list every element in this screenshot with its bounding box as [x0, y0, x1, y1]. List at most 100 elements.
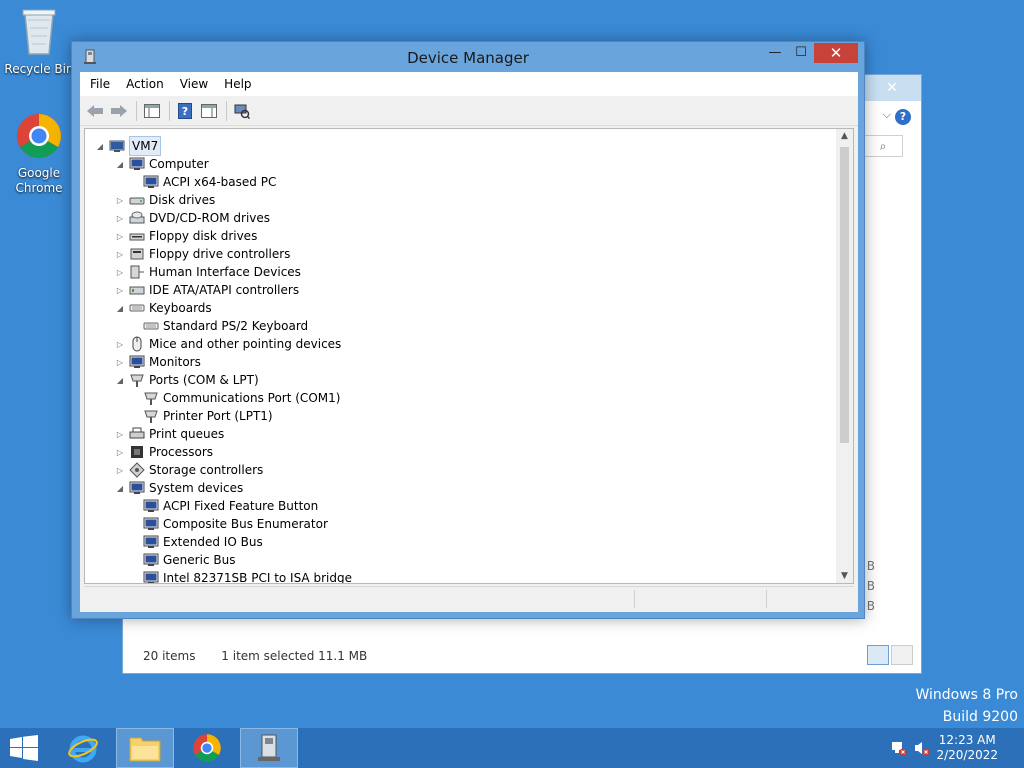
tree-item[interactable]: ◢ System devices — [115, 479, 243, 497]
tree-item[interactable]: ▷ Floppy disk drives — [115, 227, 257, 245]
collapsed-triangle-icon[interactable]: ▷ — [115, 340, 125, 349]
system-clock[interactable]: 12:23 AM 2/20/2022 — [936, 733, 998, 763]
collapsed-triangle-icon[interactable]: ▷ — [115, 430, 125, 439]
help-button[interactable]: ? — [174, 100, 196, 122]
status-separator — [766, 590, 767, 608]
minimize-button[interactable]: — — [762, 43, 788, 63]
expanded-triangle-icon[interactable]: ◢ — [115, 160, 125, 169]
tree-item[interactable]: ▷ IDE ATA/ATAPI controllers — [115, 281, 299, 299]
tree-item[interactable]: Standard PS/2 Keyboard — [143, 317, 308, 335]
tree-item-label: Storage controllers — [149, 463, 264, 477]
keyboard-icon — [143, 322, 159, 330]
expanded-triangle-icon[interactable]: ◢ — [115, 304, 125, 313]
show-hide-console-tree-button[interactable] — [141, 100, 163, 122]
tree-item[interactable]: ◢ Ports (COM & LPT) — [115, 371, 259, 389]
tree-item[interactable]: Printer Port (LPT1) — [143, 407, 273, 425]
expanded-triangle-icon[interactable]: ◢ — [115, 484, 125, 493]
tree-item-label: Printer Port (LPT1) — [163, 409, 273, 423]
chevron-down-icon[interactable]: ⌵ — [883, 108, 891, 122]
menu-view[interactable]: View — [172, 72, 216, 96]
menu-action[interactable]: Action — [118, 72, 172, 96]
tree-item[interactable]: ▷ Disk drives — [115, 191, 215, 209]
scan-hardware-changes-button[interactable] — [231, 100, 253, 122]
tree-item[interactable]: ▷ Monitors — [115, 353, 201, 371]
taskbar-internet-explorer[interactable] — [54, 728, 112, 768]
collapsed-triangle-icon[interactable]: ▷ — [115, 232, 125, 241]
tree-item-label: Keyboards — [149, 301, 212, 315]
tree-item[interactable]: ▷ Storage controllers — [115, 461, 263, 479]
back-arrow-icon — [87, 104, 103, 117]
forward-button[interactable] — [108, 100, 130, 122]
collapsed-triangle-icon[interactable]: ▷ — [115, 196, 125, 205]
tree-item[interactable]: Communications Port (COM1) — [143, 389, 340, 407]
monitor-icon — [129, 481, 145, 494]
back-button[interactable] — [84, 100, 106, 122]
help-icon[interactable]: ? — [895, 109, 911, 125]
taskbar-device-manager[interactable] — [240, 728, 298, 768]
forward-arrow-icon — [111, 104, 127, 117]
tree-item[interactable]: ◢ Computer — [115, 155, 209, 173]
vertical-scrollbar[interactable]: ▲ ▼ — [836, 129, 853, 583]
maximize-button[interactable]: ☐ — [788, 43, 814, 63]
tree-item[interactable]: ▷ Human Interface Devices — [115, 263, 301, 281]
background-close-button[interactable]: ✕ — [869, 78, 915, 98]
collapsed-triangle-icon[interactable]: ▷ — [115, 358, 125, 367]
collapsed-triangle-icon[interactable]: ▷ — [115, 286, 125, 295]
desktop-icon-google-chrome[interactable]: Google Chrome — [1, 112, 77, 196]
taskbar-file-explorer[interactable] — [116, 728, 174, 768]
network-status-icon[interactable] — [891, 740, 907, 756]
tree-item[interactable]: ▷ Processors — [115, 443, 213, 461]
tree-item-label: Disk drives — [149, 193, 216, 207]
tree-item-label: Ports (COM & LPT) — [149, 373, 259, 387]
search-icon[interactable]: ⌕ — [863, 135, 903, 157]
close-button[interactable]: ✕ — [814, 43, 858, 63]
internet-explorer-icon — [68, 735, 98, 763]
tree-item[interactable]: ▷ Floppy drive controllers — [115, 245, 291, 263]
tree-item[interactable]: ▷ Print queues — [115, 425, 224, 443]
device-tree-panel[interactable]: ◢ VM7 ◢ Computer ACPI x64-based PC ▷ Disk driv… — [84, 128, 854, 584]
tree-item-label: ACPI x64-based PC — [163, 175, 277, 189]
collapsed-triangle-icon[interactable]: ▷ — [115, 466, 125, 475]
svg-text:?: ? — [182, 105, 188, 118]
taskbar: 12:23 AM 2/20/2022 — [0, 728, 1024, 768]
scroll-down-arrow-icon[interactable]: ▼ — [836, 571, 853, 581]
tree-item[interactable]: ◢ VM7 — [95, 136, 162, 156]
tree-item[interactable]: ▷ Mice and other pointing devices — [115, 335, 341, 353]
volume-muted-icon[interactable] — [914, 740, 930, 756]
tree-item[interactable]: Intel 82371SB PCI to ISA bridge — [143, 569, 352, 583]
tree-item-label: Composite Bus Enumerator — [163, 517, 328, 531]
tree-item[interactable]: ◢ Keyboards — [115, 299, 212, 317]
tree-item[interactable]: ACPI x64-based PC — [143, 173, 276, 191]
tree-item[interactable]: Composite Bus Enumerator — [143, 515, 328, 533]
action-pane-button[interactable] — [198, 100, 220, 122]
status-bar — [84, 586, 854, 610]
collapsed-triangle-icon[interactable]: ▷ — [115, 214, 125, 223]
collapsed-triangle-icon[interactable]: ▷ — [115, 268, 125, 277]
taskbar-google-chrome[interactable] — [178, 728, 236, 768]
titlebar[interactable]: Device Manager — ☐ ✕ — [72, 42, 864, 72]
menu-file[interactable]: File — [82, 72, 118, 96]
tree-item-label: Mice and other pointing devices — [149, 337, 342, 351]
start-button[interactable] — [0, 728, 48, 768]
expanded-triangle-icon[interactable]: ◢ — [115, 376, 125, 385]
large-icons-view-button[interactable] — [891, 645, 913, 665]
hid-icon — [130, 265, 144, 279]
expanded-triangle-icon[interactable]: ◢ — [95, 142, 105, 151]
tree-item[interactable]: Extended IO Bus — [143, 533, 263, 551]
tree-item-label: Generic Bus — [163, 553, 236, 567]
tree-item-label: Standard PS/2 Keyboard — [163, 319, 309, 333]
tree-item[interactable]: ▷ DVD/CD-ROM drives — [115, 209, 270, 227]
scroll-up-arrow-icon[interactable]: ▲ — [836, 131, 853, 141]
menu-help[interactable]: Help — [216, 72, 259, 96]
tree-item[interactable]: ACPI Fixed Feature Button — [143, 497, 318, 515]
keyboard-icon — [129, 304, 145, 312]
collapsed-triangle-icon[interactable]: ▷ — [115, 448, 125, 457]
collapsed-triangle-icon[interactable]: ▷ — [115, 250, 125, 259]
desktop-icon-recycle-bin[interactable]: Recycle Bin — [1, 6, 77, 77]
details-view-button[interactable] — [867, 645, 889, 665]
tree-item[interactable]: Generic Bus — [143, 551, 235, 569]
help-book-icon: ? — [178, 102, 192, 119]
scrollbar-thumb[interactable] — [840, 147, 849, 443]
device-manager-window[interactable]: Device Manager — ☐ ✕ File Action View He… — [71, 41, 865, 619]
google-chrome-label: Google Chrome — [15, 166, 63, 195]
